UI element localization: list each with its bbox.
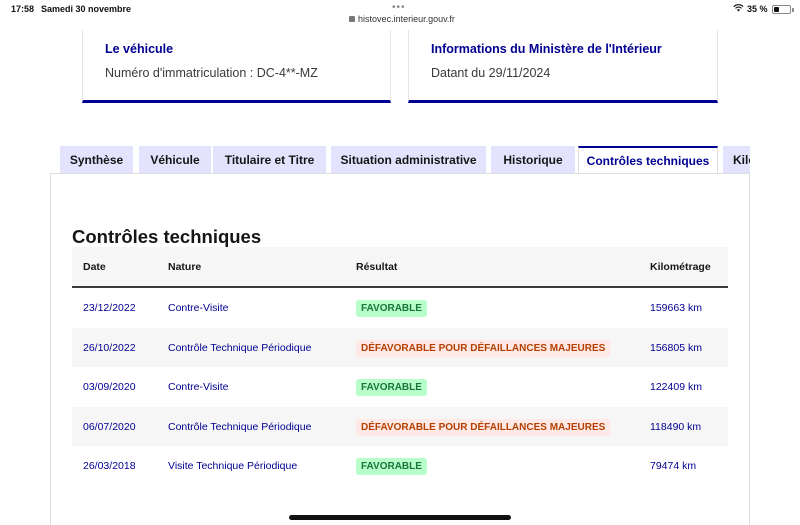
cell-result: DÉFAVORABLE POUR DÉFAILLANCES MAJEURES xyxy=(356,407,611,447)
vehicle-card-title: Le véhicule xyxy=(105,42,174,56)
cell-nature: Contrôle Technique Périodique xyxy=(168,421,312,433)
browser-menu-dots[interactable]: ••• xyxy=(392,2,406,13)
status-badge: DÉFAVORABLE POUR DÉFAILLANCES MAJEURES xyxy=(356,418,611,436)
wifi-icon xyxy=(733,4,744,12)
cell-result: DÉFAVORABLE POUR DÉFAILLANCES MAJEURES xyxy=(356,328,611,368)
table-row: 26/10/2022 Contrôle Technique Périodique… xyxy=(72,328,728,368)
battery-fill xyxy=(774,7,779,12)
ministry-card-title: Informations du Ministère de l'Intérieur xyxy=(431,42,662,56)
table-header: Date Nature Résultat Kilométrage xyxy=(72,247,728,288)
cell-result: FAVORABLE xyxy=(356,288,427,328)
cell-date: 03/09/2020 xyxy=(83,381,136,393)
registration-number: Numéro d'immatriculation : DC-4**-MZ xyxy=(105,66,318,80)
header-nature: Nature xyxy=(168,261,202,273)
cell-km: 118490 km xyxy=(650,421,702,433)
cell-km: 122409 km xyxy=(650,381,702,393)
status-badge: FAVORABLE xyxy=(356,378,427,396)
address-bar[interactable]: histovec.interieur.gouv.fr xyxy=(347,14,457,24)
cell-date: 26/10/2022 xyxy=(83,342,136,354)
battery-icon xyxy=(772,5,794,14)
cell-nature: Contre-Visite xyxy=(168,302,229,314)
cell-km: 79474 km xyxy=(650,460,697,472)
cell-date: 23/12/2022 xyxy=(83,302,136,314)
cell-result: FAVORABLE xyxy=(356,446,427,486)
cell-km: 156805 km xyxy=(650,342,702,354)
data-date: Datant du 29/11/2024 xyxy=(431,66,551,80)
cell-km: 159663 km xyxy=(650,302,702,314)
status-bar: 17:58 Samedi 30 novembre ••• histovec.in… xyxy=(0,0,800,30)
tab-vehicule[interactable]: Véhicule xyxy=(139,146,211,174)
status-time: 17:58 xyxy=(11,4,35,14)
tab-kilometrage[interactable]: Kilométrage xyxy=(723,146,750,174)
cell-nature: Visite Technique Périodique xyxy=(168,460,298,472)
lock-icon xyxy=(349,16,356,22)
table-row: 03/09/2020 Contre-Visite FAVORABLE 12240… xyxy=(72,367,728,407)
tab-synthese[interactable]: Synthèse xyxy=(60,146,133,174)
tab-bar: Synthèse Véhicule Titulaire et Titre Sit… xyxy=(60,146,750,174)
address-url: histovec.interieur.gouv.fr xyxy=(358,14,455,24)
table-row: 26/03/2018 Visite Technique Périodique F… xyxy=(72,446,728,486)
cell-date: 26/03/2018 xyxy=(83,460,136,472)
cell-result: FAVORABLE xyxy=(356,367,427,407)
section-title: Contrôles techniques xyxy=(72,226,262,247)
cell-nature: Contrôle Technique Périodique xyxy=(168,342,312,354)
cell-date: 06/07/2020 xyxy=(83,421,136,433)
battery-percent: 35 % xyxy=(747,4,768,14)
header-kilometrage: Kilométrage xyxy=(650,261,711,273)
tab-controles-techniques[interactable]: Contrôles techniques xyxy=(578,146,718,174)
status-badge: FAVORABLE xyxy=(356,457,427,475)
vehicle-card: Le véhicule Numéro d'immatriculation : D… xyxy=(82,30,391,103)
header-date: Date xyxy=(83,261,106,273)
tab-historique[interactable]: Historique xyxy=(491,146,575,174)
status-date: Samedi 30 novembre xyxy=(41,4,132,14)
status-badge: DÉFAVORABLE POUR DÉFAILLANCES MAJEURES xyxy=(356,339,611,357)
table-row: 06/07/2020 Contrôle Technique Périodique… xyxy=(72,407,728,447)
table-row: 23/12/2022 Contre-Visite FAVORABLE 15966… xyxy=(72,288,728,328)
home-indicator[interactable] xyxy=(289,515,511,520)
header-result: Résultat xyxy=(356,261,398,273)
ministry-info-card: Informations du Ministère de l'Intérieur… xyxy=(408,30,718,103)
cell-nature: Contre-Visite xyxy=(168,381,229,393)
tab-titulaire[interactable]: Titulaire et Titre xyxy=(213,146,326,174)
tab-situation-administrative[interactable]: Situation administrative xyxy=(331,146,486,174)
status-badge: FAVORABLE xyxy=(356,299,427,317)
